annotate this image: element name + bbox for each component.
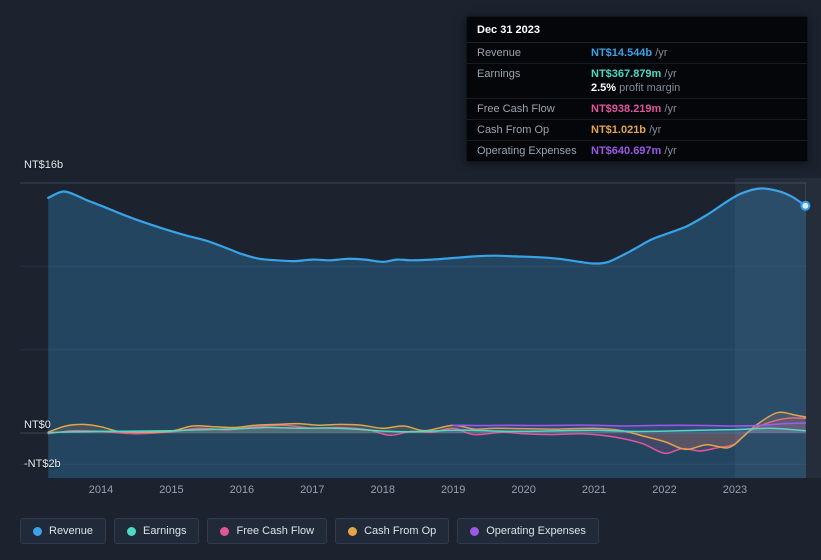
tooltip-value-revenue: NT$14.544b /yr xyxy=(591,47,668,59)
tooltip-row-cash-from-op: Cash From Op NT$1.021b /yr xyxy=(467,120,807,141)
profit-margin: 2.5% profit margin xyxy=(591,82,681,94)
tooltip-value-earnings: NT$367.879m /yr 2.5% profit margin xyxy=(591,68,797,94)
x-axis-label: 2014 xyxy=(88,484,114,496)
legend-item-operating-expenses[interactable]: Operating Expenses xyxy=(457,518,599,544)
x-axis-label: 2015 xyxy=(159,484,184,496)
tooltip-label-revenue: Revenue xyxy=(477,47,522,59)
y-axis-label-bottom: -NT$2b xyxy=(24,458,61,470)
legend-item-earnings[interactable]: Earnings xyxy=(114,518,200,544)
legend-label: Cash From Op xyxy=(364,525,437,537)
tooltip-date: Dec 31 2023 xyxy=(467,17,807,43)
x-axis-label: 2019 xyxy=(440,484,466,496)
tooltip-value-free-cash-flow: NT$938.219m /yr xyxy=(591,103,677,115)
tooltip-label-operating-expenses: Operating Expenses xyxy=(477,145,577,157)
legend-label: Earnings xyxy=(143,525,187,537)
x-axis-label: 2020 xyxy=(511,484,536,496)
tooltip-row-free-cash-flow: Free Cash Flow NT$938.219m /yr xyxy=(467,99,807,120)
stock-financials-chart-page: NT$16b NT$0 -NT$2b 2014 2015 2016 2017 2018 2… xyxy=(0,0,821,560)
legend-label: Free Cash Flow xyxy=(236,525,315,537)
legend-item-free-cash-flow[interactable]: Free Cash Flow xyxy=(207,518,328,544)
tooltip-label-free-cash-flow: Free Cash Flow xyxy=(477,103,555,115)
x-axis-label: 2023 xyxy=(722,484,748,496)
x-axis-label: 2018 xyxy=(370,484,395,496)
earnings-series-dot-icon xyxy=(127,526,137,536)
free-cash-flow-series-dot-icon xyxy=(220,526,230,536)
legend-item-cash-from-op[interactable]: Cash From Op xyxy=(335,518,450,544)
chart-legend: Revenue Earnings Free Cash Flow Cash Fro… xyxy=(20,518,599,544)
y-axis-label-top: NT$16b xyxy=(24,159,64,171)
x-axis-label: 2022 xyxy=(652,484,677,496)
tooltip-value-operating-expenses: NT$640.697m /yr xyxy=(591,145,677,157)
y-axis-label-zero: NT$0 xyxy=(24,419,51,431)
tooltip-row-revenue: Revenue NT$14.544b /yr xyxy=(467,43,807,64)
x-axis-label: 2016 xyxy=(229,484,255,496)
legend-label: Operating Expenses xyxy=(486,525,586,537)
x-axis-label: 2017 xyxy=(300,484,325,496)
tooltip-row-earnings: Earnings NT$367.879m /yr 2.5% profit mar… xyxy=(467,64,807,99)
legend-label: Revenue xyxy=(49,525,94,537)
tooltip-label-earnings: Earnings xyxy=(477,68,521,80)
operating-expenses-series-dot-icon xyxy=(470,526,480,536)
tooltip-value-cash-from-op: NT$1.021b /yr xyxy=(591,124,662,136)
chart-tooltip: Dec 31 2023 Revenue NT$14.544b /yr Earni… xyxy=(466,16,808,162)
cash-from-op-series-dot-icon xyxy=(348,526,358,536)
x-axis-label: 2021 xyxy=(581,484,607,496)
tooltip-row-operating-expenses: Operating Expenses NT$640.697m /yr xyxy=(467,141,807,161)
tooltip-label-cash-from-op: Cash From Op xyxy=(477,124,550,136)
revenue-series-dot-icon xyxy=(33,526,42,536)
revenue-end-marker xyxy=(800,200,811,211)
legend-item-revenue[interactable]: Revenue xyxy=(20,518,107,544)
